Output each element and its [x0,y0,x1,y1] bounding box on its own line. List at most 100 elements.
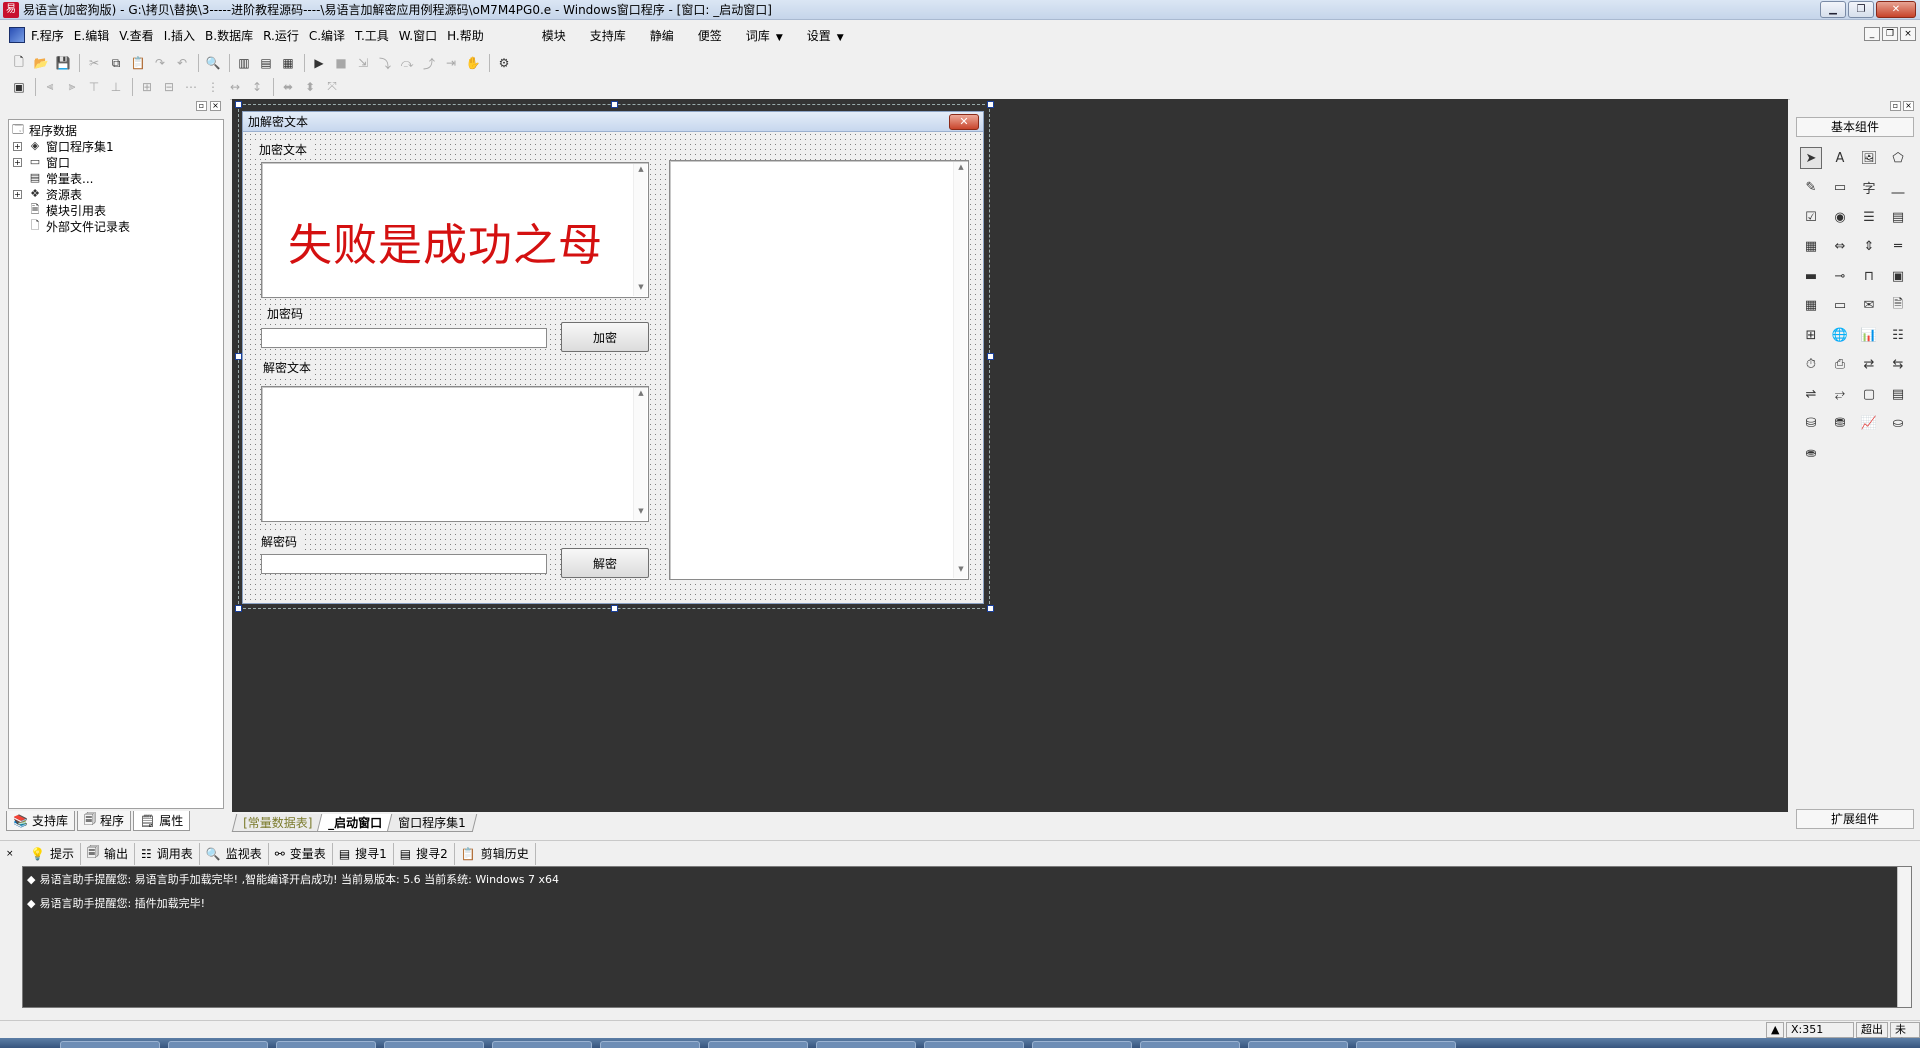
tab-program[interactable]: 🗐 程序 [76,811,131,831]
frame-icon[interactable]: ▭ [1829,177,1851,199]
pointer-icon[interactable]: ➤ [1800,147,1822,169]
align-right-icon[interactable]: ⫸ [63,78,81,96]
taskbar-item[interactable] [708,1041,808,1048]
mdi-restore-button[interactable]: ❐ [1882,27,1898,41]
step-out-icon[interactable]: ⤴ [420,54,438,72]
same-height-icon[interactable]: ⬍ [301,78,319,96]
panel-close-button[interactable]: × [1903,101,1914,111]
equal-width-icon[interactable]: ↔ [226,78,244,96]
close-button[interactable]: ✕ [1876,1,1916,18]
hscroll-icon[interactable]: ═ [1887,236,1909,258]
scrollbar[interactable] [1897,867,1911,1007]
basic-components-header[interactable]: 基本组件 [1796,117,1914,137]
tree-item-resources[interactable]: + ❖ 资源表 [9,186,223,202]
output-console[interactable]: ◆ 易语言助手提醒您: 易语言助手加载完毕! ,智能编译开启成功! 当前易版本:… [22,866,1912,1008]
checkbox-icon[interactable]: ☑ [1800,206,1822,228]
space-horizontal-icon[interactable]: ⋯ [182,78,200,96]
layout-full-icon[interactable]: ▦ [279,54,297,72]
globe-icon[interactable]: 🌐 [1829,324,1851,346]
odbc-link-icon[interactable]: ⛂ [1800,442,1822,464]
edit-box-icon[interactable]: ✎ [1800,177,1822,199]
panel-float-button[interactable]: ▫ [1890,101,1901,111]
mdi-minimize-button[interactable]: _ [1864,27,1880,41]
scroll-icon[interactable]: ⇔ [1829,236,1851,258]
resize-handle[interactable] [987,605,994,612]
tab-hint[interactable]: 💡 提示 [24,842,81,865]
menu-run[interactable]: R.运行 [263,27,299,44]
tree-item-window-assembly[interactable]: + ◈ 窗口程序集1 [9,138,223,154]
taskbar-item[interactable] [1248,1041,1348,1048]
grid-table-icon[interactable]: ▦ [1800,236,1822,258]
expand-icon[interactable]: + [13,157,22,167]
expand-icon[interactable]: + [13,141,22,151]
menu-settings[interactable]: 设置 ▼ [807,27,844,44]
tab-search1[interactable]: ▤ 搜寻1 [333,842,394,865]
helper-icon[interactable]: ⚙ [495,54,513,72]
page-icon[interactable]: 🗎 [1887,295,1909,317]
step-over-icon[interactable]: ⤼ [398,54,416,72]
taskbar-item[interactable] [276,1041,376,1048]
center-horizontal-icon[interactable]: ⊞ [138,78,156,96]
extended-components-header[interactable]: 扩展组件 [1796,809,1914,829]
panel-float-button[interactable]: ▫ [196,101,207,111]
run-to-cursor-icon[interactable]: ⇥ [442,54,460,72]
tab-watch[interactable]: 🔍 监视表 [200,842,269,865]
taskbar-item[interactable] [60,1041,160,1048]
transfer-icon[interactable]: ⇄ [1858,354,1880,376]
hand-icon[interactable]: ✋ [464,54,482,72]
tab-call-stack[interactable]: ☷ 调用表 [135,842,200,865]
close-icon[interactable]: × [6,849,16,859]
database-icon[interactable]: ⛁ [1800,413,1822,435]
encrypt-code-input[interactable] [261,328,547,348]
db-chart-icon[interactable]: 📈 [1858,413,1880,435]
same-width-icon[interactable]: ⬌ [279,78,297,96]
minimize-button[interactable]: ▁ [1820,1,1846,18]
open-folder-icon[interactable]: 📂 [32,54,50,72]
shape-icon[interactable]: ⬠ [1887,147,1909,169]
radio-icon[interactable]: ◉ [1829,206,1851,228]
step-icon[interactable]: ⇲ [354,54,372,72]
center-vertical-icon[interactable]: ⊟ [160,78,178,96]
panel-close-button[interactable]: × [210,101,221,111]
resize-handle[interactable] [987,101,994,108]
resize-handle[interactable] [235,605,242,612]
database2-icon[interactable]: ⛃ [1829,413,1851,435]
resize-handle[interactable] [235,353,242,360]
tabs-icon[interactable]: ⊓ [1858,265,1880,287]
scrollbar[interactable]: ▲ ▼ [953,162,967,578]
form-window[interactable]: 加解密文本 ✕ 加密文本 失败是成功之母 ▲ ▼ 加密码 加密 解密文本 ▲ ▼ 解… [242,111,984,604]
tab-start-window[interactable]: _启动窗口 [317,814,394,832]
tab-constants[interactable]: [常量数据表] [231,814,324,832]
step-into-icon[interactable]: ⤵ [376,54,394,72]
transfer2-icon[interactable]: ⇆ [1887,354,1909,376]
table-icon[interactable]: ⊞ [1800,324,1822,346]
align-left-icon[interactable]: ⫷ [41,78,59,96]
tree-root[interactable]: 🗔 程序数据 [9,122,223,138]
tree-item-window[interactable]: + ▭ 窗口 [9,154,223,170]
tab-variables[interactable]: ⚯ 变量表 [269,842,333,865]
taskbar-item[interactable] [924,1041,1024,1048]
decrypt-button[interactable]: 解密 [561,548,649,578]
menu-insert[interactable]: I.插入 [164,27,195,44]
tree-item-constants[interactable]: ▤ 常量表... [9,170,223,186]
cut-icon[interactable]: ✂ [85,54,103,72]
equal-height-icon[interactable]: ↕ [248,78,266,96]
timer-icon[interactable]: ⏱ [1800,354,1822,376]
label-icon[interactable]: A [1829,147,1851,169]
scrollbar[interactable]: ▲ ▼ [633,164,647,296]
align-bottom-icon[interactable]: ⊥ [107,78,125,96]
decrypt-code-input[interactable] [261,554,547,574]
menu-window[interactable]: W.窗口 [399,27,437,44]
layout-left-icon[interactable]: ▥ [235,54,253,72]
paste-icon[interactable]: 📋 [129,54,147,72]
tab-properties[interactable]: 🗒 属性 [132,811,191,831]
redo-icon[interactable]: ↷ [151,54,169,72]
taskbar-item[interactable] [816,1041,916,1048]
taskbar-item[interactable] [1140,1041,1240,1048]
mdi-close-button[interactable]: × [1900,27,1916,41]
printer-icon[interactable]: ⎙ [1829,354,1851,376]
imagebox-icon[interactable]: ▣ [1887,265,1909,287]
chart-icon[interactable]: 📊 [1858,324,1880,346]
listbox-icon[interactable]: ☰ [1858,206,1880,228]
find-icon[interactable]: 🔍 [204,54,222,72]
